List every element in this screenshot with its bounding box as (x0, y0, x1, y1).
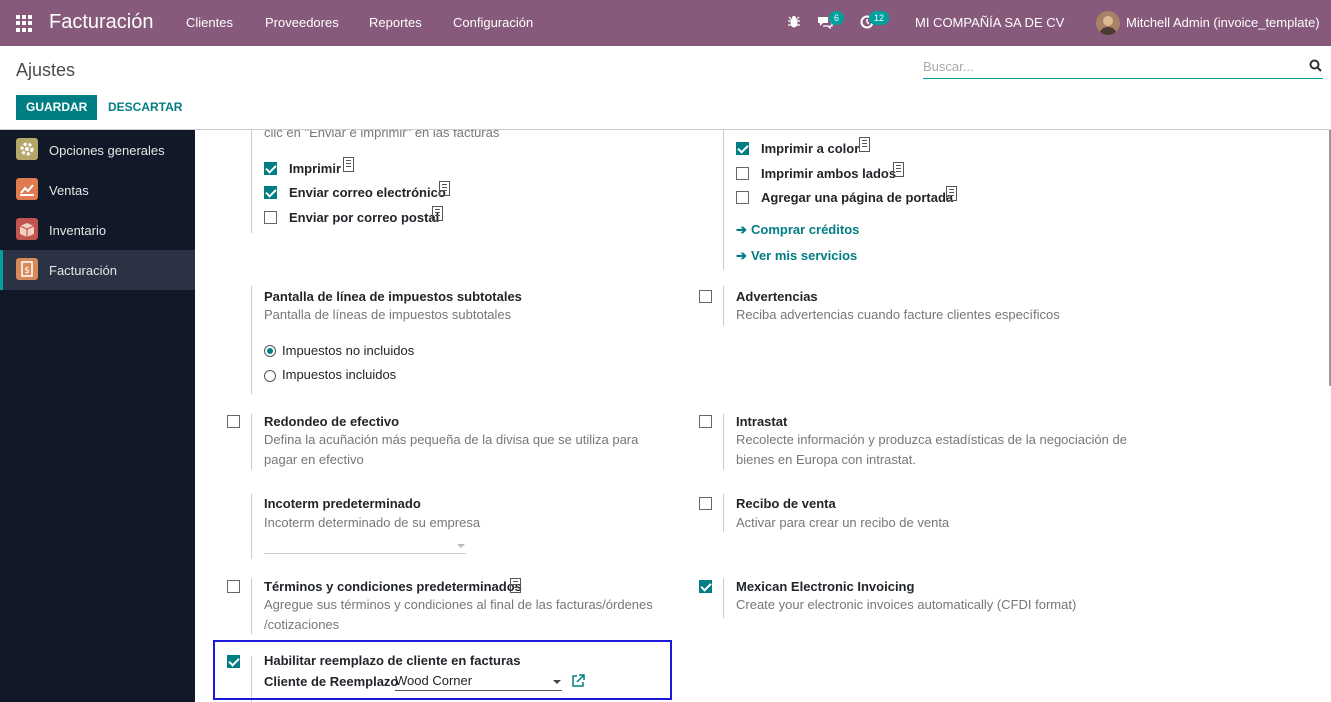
arrow-right-icon: ➔ (736, 222, 747, 237)
save-button[interactable]: GUARDAR (16, 95, 98, 120)
app-brand[interactable]: Facturación (49, 11, 154, 34)
buy-credits-link[interactable]: Comprar créditos (751, 222, 859, 237)
cash-rounding-description: Defina la acuñación más pequeña de la di… (264, 432, 639, 447)
incoterm-description: Incoterm determinado de su empresa (264, 515, 481, 530)
terms-description-2: /cotizaciones (264, 617, 340, 632)
sidebar-item-general[interactable]: Opciones generales (0, 130, 195, 170)
replacement-label: Habilitar reemplazo de cliente en factur… (264, 653, 521, 668)
highlight-box (213, 640, 672, 700)
incoterm-label: Incoterm predeterminado (264, 496, 421, 511)
mx-einvoice-description: Create your electronic invoices automati… (736, 597, 1077, 612)
tax-subtotals-description: Pantalla de líneas de impuestos subtotal… (264, 307, 512, 322)
cash-rounding-label: Redondeo de efectivo (264, 414, 400, 429)
send-description: clic en "Enviar e imprimir" en las factu… (264, 130, 500, 140)
intrastat-checkbox[interactable] (699, 415, 712, 428)
company-setting-icon (432, 206, 443, 221)
terms-description: Agregue sus términos y condiciones al fi… (264, 597, 653, 612)
tax-subtotals-label: Pantalla de línea de impuestos subtotale… (264, 289, 522, 304)
my-services-link[interactable]: Ver mis servicios (751, 248, 857, 263)
duplex-checkbox[interactable] (736, 167, 749, 180)
tax-excluded-label: Impuestos no incluidos (282, 343, 415, 358)
warnings-description: Reciba advertencias cuando facture clien… (736, 307, 1060, 322)
debug-icon[interactable] (787, 15, 801, 32)
tax-included-label: Impuestos incluidos (282, 367, 397, 382)
search-icon[interactable] (1309, 59, 1322, 75)
activity-badge: 12 (869, 11, 890, 25)
replacement-checkbox[interactable] (227, 655, 240, 668)
intrastat-label: Intrastat (736, 414, 788, 429)
color-print-checkbox[interactable] (736, 142, 749, 155)
replacement-customer-select[interactable]: Wood Corner (395, 673, 562, 691)
company-setting-icon (510, 578, 521, 593)
svg-text:$: $ (24, 266, 30, 276)
settings-content: clic en "Enviar e imprimir" en las factu… (195, 130, 1331, 702)
company-switcher[interactable]: MI COMPAÑÍA SA DE CV (915, 15, 1064, 30)
duplex-label: Imprimir ambos lados (761, 166, 897, 181)
sidebar-item-label: Opciones generales (49, 143, 165, 158)
menu-configuracion[interactable]: Configuración (453, 15, 533, 30)
discard-button[interactable]: DESCARTAR (108, 95, 182, 120)
intrastat-description: Recolecte información y produzca estadís… (736, 432, 1127, 447)
sidebar-item-label: Facturación (49, 263, 117, 278)
user-menu[interactable]: Mitchell Admin (invoice_template) (1126, 15, 1320, 30)
sidebar-item-ventas[interactable]: Ventas (0, 170, 195, 210)
menu-proveedores[interactable]: Proveedores (265, 15, 339, 30)
sidebar-item-facturacion[interactable]: $ Facturación (0, 250, 195, 290)
sidebar-item-inventario[interactable]: Inventario (0, 210, 195, 250)
print-label: Imprimir (289, 161, 342, 176)
sale-receipt-label: Recibo de venta (736, 496, 836, 511)
chevron-down-icon (457, 544, 465, 548)
tax-excluded-radio[interactable] (264, 345, 276, 357)
email-label: Enviar correo electrónico (289, 185, 446, 200)
top-navbar: Facturación Clientes Proveedores Reporte… (0, 0, 1331, 46)
settings-sidebar: Opciones generales Ventas Inventario $ F… (0, 130, 195, 702)
company-setting-icon (946, 186, 957, 201)
cover-page-label: Agregar una página de portada (761, 190, 954, 205)
post-checkbox[interactable] (264, 211, 277, 224)
cover-page-checkbox[interactable] (736, 191, 749, 204)
chart-icon (16, 178, 38, 200)
print-checkbox[interactable] (264, 162, 277, 175)
email-checkbox[interactable] (264, 186, 277, 199)
messages-badge: 6 (829, 11, 845, 25)
search-bar (923, 55, 1323, 79)
tax-included-radio[interactable] (264, 370, 276, 382)
intrastat-description-2: bienes en Europa con intrastat. (736, 452, 916, 467)
box-icon (16, 218, 38, 240)
terms-checkbox[interactable] (227, 580, 240, 593)
sale-receipt-description: Activar para crear un recibo de venta (736, 515, 950, 530)
page-title: Ajustes (16, 60, 76, 80)
color-print-label: Imprimir a color (761, 141, 860, 156)
mx-einvoice-checkbox[interactable] (699, 580, 712, 593)
sale-receipt-checkbox[interactable] (699, 497, 712, 510)
cash-rounding-checkbox[interactable] (227, 415, 240, 428)
company-setting-icon (893, 162, 904, 177)
terms-label: Términos y condiciones predeterminados (264, 579, 522, 594)
sidebar-item-label: Ventas (49, 183, 89, 198)
incoterm-select[interactable] (264, 538, 466, 554)
company-setting-icon (343, 157, 354, 172)
company-setting-icon (859, 137, 870, 152)
search-input[interactable] (923, 55, 1293, 77)
cash-rounding-description-2: pagar en efectivo (264, 452, 364, 467)
apps-menu-icon[interactable] (16, 15, 33, 32)
replacement-field-label: Cliente de Reemplazo (264, 674, 399, 689)
external-link-icon[interactable] (571, 674, 585, 691)
replacement-customer-value: Wood Corner (395, 673, 473, 688)
control-panel: Ajustes GUARDAR DESCARTAR (0, 46, 1331, 130)
warnings-label: Advertencias (736, 289, 818, 304)
gear-icon (16, 138, 38, 160)
company-setting-icon (439, 181, 450, 196)
arrow-right-icon: ➔ (736, 248, 747, 263)
warnings-checkbox[interactable] (699, 290, 712, 303)
avatar[interactable] (1096, 11, 1120, 35)
mx-einvoice-label: Mexican Electronic Invoicing (736, 579, 915, 594)
post-label: Enviar por correo postal (289, 210, 440, 225)
invoice-icon: $ (16, 258, 38, 280)
chevron-down-icon (553, 680, 561, 684)
menu-reportes[interactable]: Reportes (369, 15, 422, 30)
sidebar-item-label: Inventario (49, 223, 107, 238)
menu-clientes[interactable]: Clientes (186, 15, 233, 30)
